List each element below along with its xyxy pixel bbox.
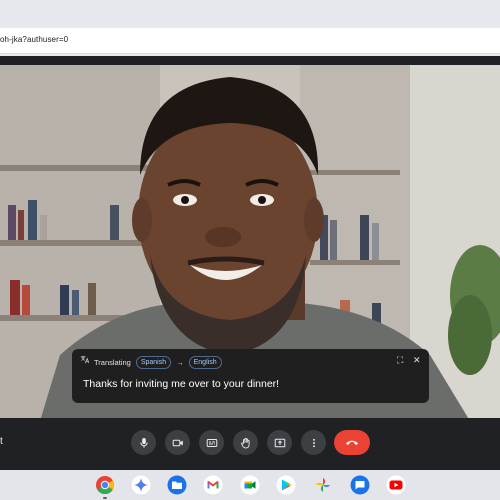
call-controls-bar: t (0, 418, 500, 468)
captions-button[interactable] (199, 430, 224, 455)
os-shelf (0, 470, 500, 500)
caption-text: Thanks for inviting me over to your dinn… (83, 378, 280, 390)
messages-icon (350, 475, 370, 495)
arrow-icon: → (176, 357, 184, 367)
translate-icon (80, 355, 89, 367)
close-icon[interactable]: ✕ (413, 355, 421, 365)
camera-button[interactable] (165, 430, 190, 455)
microphone-icon (139, 437, 148, 448)
source-language-chip[interactable]: Spanish (135, 355, 172, 369)
meeting-code: t (0, 436, 3, 447)
more-options-button[interactable] (301, 430, 326, 455)
photos-app[interactable] (313, 475, 333, 495)
files-app[interactable] (167, 475, 187, 495)
raise-hand-button[interactable] (233, 430, 258, 455)
files-icon (167, 475, 187, 495)
browser-tab-strip (0, 0, 500, 26)
caption-header: Translating Spanish → English (80, 355, 222, 369)
more-options-icon (312, 438, 315, 447)
captions-icon (206, 438, 217, 447)
gemini-icon (131, 475, 151, 495)
expand-icon[interactable]: ⛶ (397, 355, 403, 365)
microphone-button[interactable] (131, 430, 156, 455)
messages-app[interactable] (350, 475, 370, 495)
chrome-icon (96, 476, 115, 494)
gemini-app[interactable] (131, 475, 151, 495)
translation-caption: Translating Spanish → English ⛶ ✕ Thanks… (72, 349, 429, 403)
gmail-app[interactable] (203, 475, 223, 495)
translating-label: Translating (94, 357, 131, 367)
youtube-icon (386, 475, 406, 495)
present-button[interactable] (267, 430, 292, 455)
target-language-chip[interactable]: English (188, 355, 222, 369)
address-bar[interactable]: oh-jka?authuser=0 (0, 28, 500, 54)
play-store-icon (276, 475, 296, 495)
raise-hand-icon (240, 437, 250, 448)
photos-icon (316, 478, 330, 492)
participant-video: Translating Spanish → English ⛶ ✕ Thanks… (0, 65, 500, 421)
meet-app[interactable] (240, 475, 260, 495)
youtube-app[interactable] (386, 475, 406, 495)
url-text[interactable]: oh-jka?authuser=0 (0, 35, 68, 44)
hangup-button[interactable] (334, 430, 370, 455)
chrome-app[interactable] (95, 475, 115, 499)
meet-icon (240, 475, 260, 495)
gmail-icon (203, 475, 223, 495)
present-icon (274, 438, 285, 447)
meet-stage: Translating Spanish → English ⛶ ✕ Thanks… (0, 56, 500, 470)
hangup-icon (346, 440, 358, 445)
play-store-app[interactable] (276, 475, 296, 495)
camera-icon (172, 439, 183, 446)
